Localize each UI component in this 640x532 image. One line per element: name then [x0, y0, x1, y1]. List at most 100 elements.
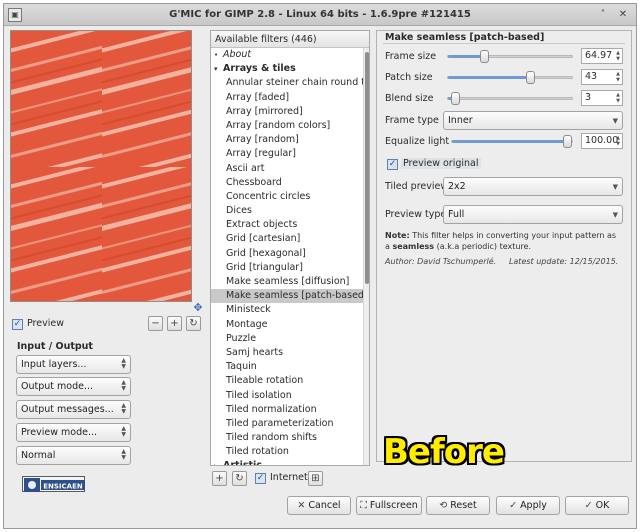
select-arrows-icon: ▲ ▼ [121, 425, 126, 438]
chevron-down-icon: ▼ [612, 183, 618, 191]
note-tail: (a.k.a periodic) texture. [436, 242, 532, 251]
preview-type-select[interactable]: Full ▼ [443, 205, 623, 224]
blend-mode-select[interactable]: Normal ▲ ▼ [16, 446, 131, 465]
filter-item-label: Tiled rotation [226, 446, 289, 458]
blend-size-spinbox[interactable]: 3 ▲ ▼ [581, 90, 623, 106]
filter-item[interactable]: Grid [cartesian] [211, 232, 363, 246]
filter-item[interactable]: Array [random colors] [211, 119, 363, 133]
input-layers-select[interactable]: Input layers... ▲ ▼ [16, 355, 131, 374]
filter-item[interactable]: Ascii art [211, 162, 363, 176]
filter-item[interactable]: Array [regular] [211, 147, 363, 161]
equalize-light-spinbox[interactable]: 100.00 ▲ ▼ [581, 133, 623, 149]
add-favorite-button[interactable]: + [212, 471, 227, 486]
move-icon[interactable]: ✥ [192, 302, 204, 314]
preview-mode-select[interactable]: Preview mode... ▲ ▼ [16, 423, 131, 442]
fullscreen-icon: ⛶ [360, 500, 367, 511]
filter-item[interactable]: ▾ Arrays & tiles [211, 62, 363, 76]
filter-item-label: Make seamless [patch-based] [226, 290, 363, 302]
filter-item[interactable]: Ministeck [211, 303, 363, 317]
fullscreen-label: Fullscreen [369, 500, 418, 511]
frame-size-value: 64.97 [585, 50, 613, 61]
preview-image[interactable] [10, 30, 192, 302]
tiled-preview-label: Tiled preview [385, 181, 449, 192]
spin-arrows-icon: ▲ ▼ [616, 135, 620, 147]
patch-size-slider[interactable] [447, 71, 573, 84]
preview-original-checkbox[interactable]: ✓ [387, 159, 398, 170]
equalize-light-handle[interactable] [563, 135, 572, 148]
close-icon[interactable]: ✕ [616, 8, 630, 22]
apply-button[interactable]: ✓ Apply [496, 496, 560, 515]
chevron-up-icon[interactable]: ˄ [596, 8, 610, 22]
patch-size-spinbox[interactable]: 43 ▲ ▼ [581, 69, 623, 85]
cancel-button[interactable]: ✕ Cancel [287, 496, 351, 515]
output-messages-select[interactable]: Output messages... ▲ ▼ [16, 400, 131, 419]
blend-size-label: Blend size [385, 93, 434, 104]
ok-button[interactable]: ✓ OK [565, 496, 629, 515]
filter-item[interactable]: Tileable rotation [211, 374, 363, 388]
filter-item[interactable]: Samj hearts [211, 346, 363, 360]
filter-item[interactable]: Concentric circles [211, 190, 363, 204]
preview-original-label: Preview original [401, 158, 481, 169]
filter-item[interactable]: Tiled parameterization [211, 417, 363, 431]
filter-item-label: Array [regular] [226, 148, 296, 160]
filter-item-label: Chessboard [226, 176, 282, 188]
filter-item[interactable]: Grid [triangular] [211, 261, 363, 275]
filter-item[interactable]: Make seamless [patch-based] [211, 289, 363, 304]
zoom-in-button[interactable]: + [167, 316, 182, 331]
fullscreen-button[interactable]: ⛶ Fullscreen [356, 496, 422, 515]
filter-item[interactable]: Extract objects [211, 218, 363, 232]
apply-check-icon: ✓ [509, 500, 518, 511]
filter-item[interactable]: Tiled rotation [211, 445, 363, 459]
patch-size-handle[interactable] [525, 71, 535, 84]
filter-item-label: Concentric circles [226, 190, 311, 202]
frame-size-slider[interactable] [447, 50, 573, 63]
filter-tree-list[interactable]: • About ▾ Arrays & tiles Annular steiner cha… [211, 48, 363, 465]
blend-size-value: 3 [585, 92, 592, 103]
triangle-expand-icon[interactable]: ▸ [214, 459, 223, 465]
ensicaen-logo[interactable]: ENSICAEN [22, 476, 85, 492]
filter-item[interactable]: Tiled normalization [211, 403, 363, 417]
filter-item[interactable]: Array [faded] [211, 91, 363, 105]
filter-item[interactable]: Array [mirrored] [211, 105, 363, 119]
patch-size-value: 43 [585, 71, 598, 82]
internet-checkbox[interactable]: ✓ [255, 473, 266, 484]
filter-item[interactable]: Array [random] [211, 133, 363, 147]
tiled-preview-select[interactable]: 2x2 ▼ [443, 177, 623, 196]
output-mode-select[interactable]: Output mode... ▲ ▼ [16, 377, 131, 396]
blend-size-slider[interactable] [447, 92, 573, 105]
filter-item[interactable]: Chessboard [211, 176, 363, 190]
filter-item[interactable]: Taquin [211, 360, 363, 374]
note-prefix: Note: [385, 231, 410, 240]
zoom-out-button[interactable]: − [148, 316, 163, 331]
filter-item[interactable]: Tiled random shifts [211, 431, 363, 445]
filter-item[interactable]: Montage [211, 318, 363, 332]
title-bar: ▣ G'MIC for GIMP 2.8 - Linux 64 bits - 1… [4, 4, 636, 26]
reset-button[interactable]: ⟲ Reset [426, 496, 490, 515]
frame-type-select[interactable]: Inner ▼ [443, 111, 623, 130]
filter-item[interactable]: ▸Artistic [211, 459, 363, 465]
update-filters-button[interactable]: ↻ [232, 471, 247, 486]
preview-checkbox[interactable]: ✓ [12, 319, 23, 330]
filter-item-label: Tiled random shifts [226, 432, 318, 444]
expand-collapse-button[interactable]: ⊞ [308, 471, 323, 486]
filter-item-label: Puzzle [226, 332, 257, 344]
filter-item[interactable]: Make seamless [diffusion] [211, 275, 363, 289]
filter-item[interactable]: Puzzle [211, 332, 363, 346]
filter-item[interactable]: Tiled isolation [211, 389, 363, 403]
refresh-preview-button[interactable]: ↻ [186, 316, 201, 331]
frame-size-handle[interactable] [479, 50, 489, 63]
triangle-expand-icon[interactable]: ▾ [214, 62, 223, 76]
filter-scrollbar-thumb[interactable] [365, 52, 369, 284]
filter-item[interactable]: Grid [hexagonal] [211, 247, 363, 261]
filter-item[interactable]: Annular steiner chain round tiles [211, 76, 363, 90]
frame-size-spinbox[interactable]: 64.97 ▲ ▼ [581, 48, 623, 64]
filter-scrollbar[interactable] [363, 48, 369, 465]
filter-note: Note: This filter helps in converting yo… [385, 230, 623, 252]
blend-size-handle[interactable] [451, 92, 461, 105]
filter-item[interactable]: Dices [211, 204, 363, 218]
filter-item[interactable]: • About [211, 48, 363, 62]
equalize-light-slider[interactable] [451, 135, 573, 148]
bullet-icon[interactable]: • [214, 48, 223, 62]
select-arrows-icon: ▲ ▼ [121, 448, 126, 461]
filter-item-label: Array [faded] [226, 91, 290, 103]
